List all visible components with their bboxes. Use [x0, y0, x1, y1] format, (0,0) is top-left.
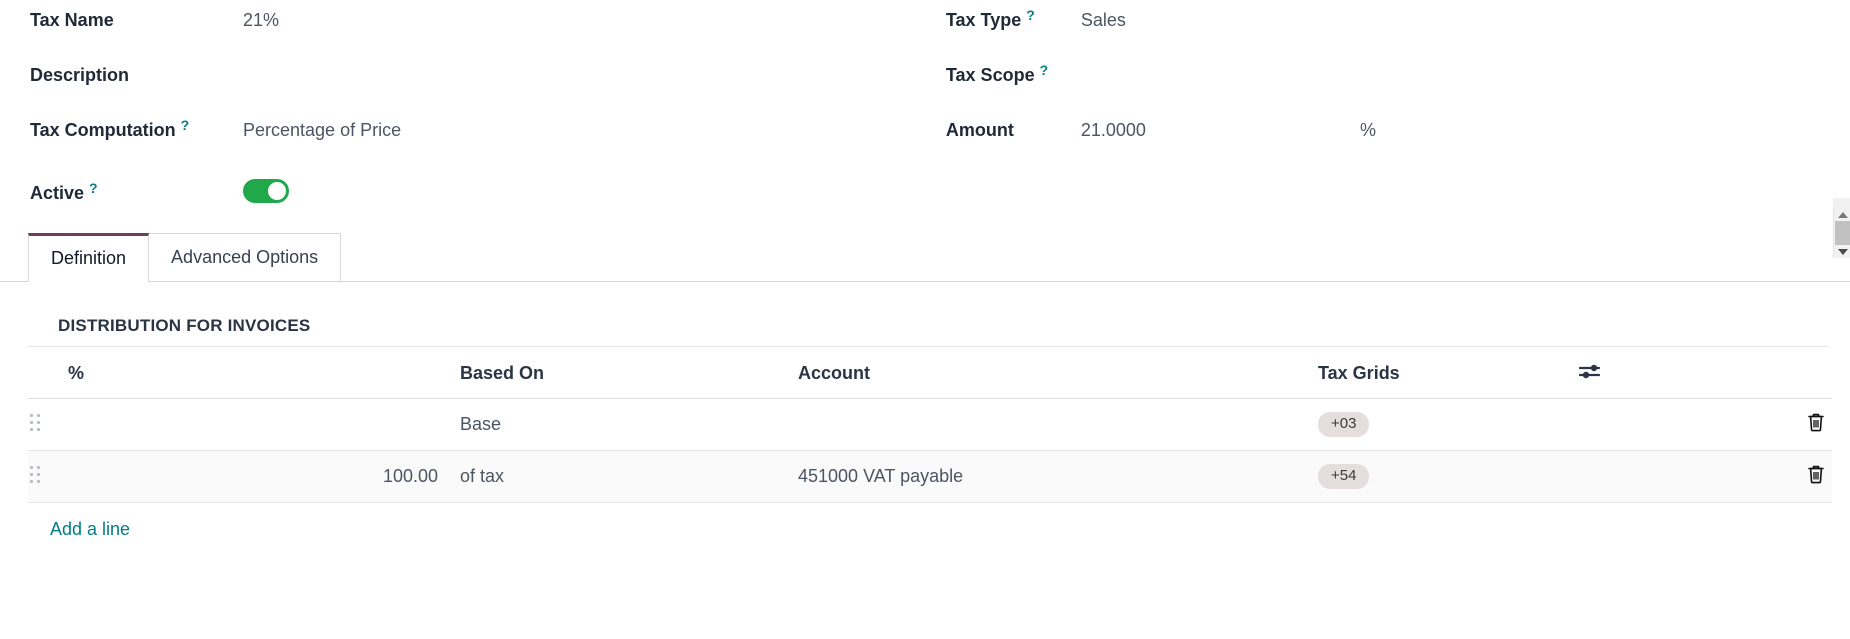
tab-definition[interactable]: Definition	[28, 233, 150, 282]
row-delete-cell	[1578, 450, 1832, 503]
tax-scope-help-icon[interactable]: ?	[1040, 62, 1049, 78]
field-active: Active ?	[30, 175, 930, 230]
field-description-label: Description	[30, 65, 130, 85]
status-badge[interactable]: +54	[1318, 463, 1370, 490]
field-tax-type-label-wrap: Tax Type ?	[945, 7, 1081, 31]
field-active-label-wrap: Active ?	[30, 180, 243, 204]
field-tax-type-value[interactable]: Sales	[1081, 10, 1126, 31]
field-amount: Amount 21.0000 %	[946, 120, 1830, 175]
field-amount-unit: %	[1359, 120, 1376, 140]
row-tax-grids-cell[interactable]: +03	[1318, 398, 1578, 451]
scrollbar-track-cap	[1833, 198, 1850, 208]
field-description-label-wrap: Description	[30, 65, 243, 86]
field-tax-computation-label-wrap: Tax Computation ?	[30, 117, 243, 141]
sliders-icon[interactable]	[1578, 361, 1602, 381]
scroll-up-arrow-icon[interactable]	[1834, 208, 1850, 221]
drag-handle-icon[interactable]	[30, 413, 41, 431]
field-tax-scope-label: Tax Scope	[945, 65, 1035, 85]
trash-icon[interactable]	[1806, 463, 1826, 485]
active-toggle-knob	[268, 182, 286, 200]
header-column-options	[1578, 347, 1832, 399]
active-help-icon[interactable]: ?	[89, 180, 98, 196]
field-amount-label-wrap: Amount	[946, 120, 1081, 141]
tax-type-help-icon[interactable]: ?	[1026, 7, 1035, 23]
header-account[interactable]: Account	[798, 347, 1318, 399]
tab-advanced-options[interactable]: Advanced Options	[148, 233, 342, 281]
field-tax-computation-value[interactable]: Percentage of Price	[243, 120, 401, 141]
header-tax-grids[interactable]: Tax Grids	[1318, 347, 1578, 399]
row-percent[interactable]: 100.00	[68, 450, 438, 503]
table-row[interactable]: 100.00 of tax 451000 VAT payable +54	[28, 450, 1832, 503]
field-tax-type: Tax Type ? Sales	[945, 7, 1830, 65]
header-percent[interactable]: %	[68, 347, 438, 399]
trash-icon[interactable]	[1806, 411, 1826, 433]
field-tax-type-label: Tax Type	[945, 10, 1022, 30]
field-tax-scope: Tax Scope ?	[945, 62, 1830, 120]
tax-form-fields: Tax Name 21% Description Tax Computation…	[0, 0, 1830, 232]
drag-handle-icon[interactable]	[30, 465, 41, 483]
distribution-header-row: % Based On Account Tax Grids	[28, 347, 1832, 399]
active-toggle[interactable]	[243, 179, 289, 203]
add-a-line-link[interactable]: Add a line	[50, 519, 130, 540]
tab-strip: Definition Advanced Options	[0, 232, 1850, 282]
row-tax-grids-cell[interactable]: +54	[1318, 450, 1578, 503]
tax-computation-help-icon[interactable]: ?	[181, 117, 190, 133]
distribution-table-head: % Based On Account Tax Grids	[28, 347, 1832, 399]
form-column-left: Tax Name 21% Description Tax Computation…	[30, 10, 930, 230]
row-drag-cell	[28, 450, 68, 503]
row-drag-cell	[28, 398, 68, 451]
tab-definition-label: Definition	[51, 248, 127, 268]
tax-form-page: Tax Name 21% Description Tax Computation…	[0, 0, 1850, 639]
distribution-section-title: DISTRIBUTION FOR INVOICES	[28, 296, 1828, 347]
field-tax-name-value[interactable]: 21%	[243, 10, 279, 31]
status-badge[interactable]: +03	[1318, 411, 1370, 438]
field-description: Description	[30, 65, 930, 120]
row-based-on[interactable]: Base	[438, 398, 798, 451]
form-column-right: Tax Type ? Sales Tax Scope ? Amount 21.0…	[930, 7, 1830, 230]
distribution-section: DISTRIBUTION FOR INVOICES % Based On Acc…	[0, 296, 1850, 540]
row-percent[interactable]	[68, 398, 438, 451]
field-tax-computation-label: Tax Computation	[30, 120, 176, 140]
field-tax-computation: Tax Computation ? Percentage of Price	[30, 117, 930, 175]
field-tax-scope-label-wrap: Tax Scope ?	[945, 62, 1081, 86]
row-account[interactable]: 451000 VAT payable	[798, 450, 1318, 503]
distribution-table: % Based On Account Tax Grids Base +03 10…	[28, 347, 1832, 503]
distribution-table-body: Base +03 100.00 of tax 451000 VAT payabl…	[28, 398, 1832, 503]
table-row[interactable]: Base +03	[28, 398, 1832, 451]
tab-advanced-options-label: Advanced Options	[171, 247, 319, 267]
field-tax-name-label-wrap: Tax Name	[30, 10, 243, 31]
row-account[interactable]	[798, 398, 1318, 451]
field-tax-name-label: Tax Name	[30, 10, 114, 30]
row-delete-cell	[1578, 398, 1832, 451]
row-based-on[interactable]: of tax	[438, 450, 798, 503]
header-handle	[28, 347, 68, 399]
field-amount-label: Amount	[945, 120, 1014, 140]
field-amount-value[interactable]: 21.0000	[1081, 120, 1146, 141]
field-tax-name: Tax Name 21%	[30, 10, 930, 65]
header-based-on[interactable]: Based On	[438, 347, 798, 399]
field-active-label: Active	[30, 183, 85, 203]
